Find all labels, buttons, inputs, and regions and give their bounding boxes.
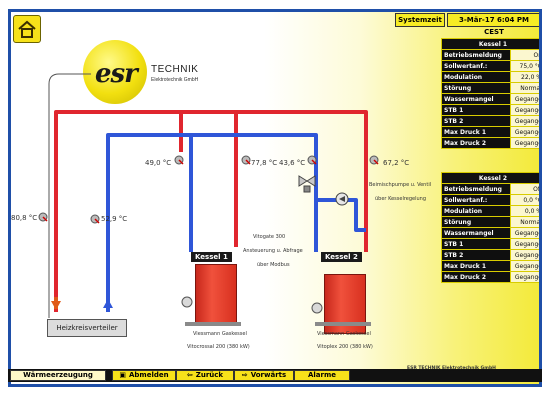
status-label: STB 1 [440,104,512,116]
status-label: Max Druck 1 [440,126,512,138]
pump-note-sub: über Kesselregelung [375,196,427,202]
pump-note: Beimischpumpe u. Ventil [369,182,432,188]
status-label: STB 1 [440,238,512,250]
status-value: 75,0 °C [510,60,539,72]
temp-mid-left: 49,0 °C [145,159,172,167]
logout-icon: ▣ [119,371,126,379]
status-value: 0,0 % [510,205,539,217]
status-value: Normal [510,216,539,228]
status-value: 0,0 °C [510,194,539,206]
bottom-nav: Wärmeerzeugung ▣ Abmelden ⇦ Zurück ⇨ Vorwär… [8,369,542,382]
heizkreisverteiler-button[interactable]: Heizkreisverteiler [47,319,127,337]
forward-button[interactable]: ⇨ Vorwärts [234,370,294,381]
vitogate-note-3: über Modbus [257,262,290,268]
kessel2-base [315,322,371,326]
kessel1-type: Vitocrossal 200 (380 kW) [187,344,250,350]
status-label: Betriebsmeldung [440,49,512,61]
kessel2-type: Vitoplex 200 (380 kW) [317,344,373,350]
kessel2-label: Kessel 2 [321,252,362,262]
arrow-left-icon: ⇦ [186,371,193,379]
logout-button[interactable]: ▣ Abmelden [112,370,176,381]
status-value: 22,0 % [510,71,539,83]
temp-mid-a: 77,8 °C [251,159,278,167]
valve-icon [298,175,316,193]
status-value: Normal [510,82,539,94]
arrow-right-icon: ⇨ [241,371,248,379]
status-value: Gegange [510,227,539,239]
thermometer-icon [369,155,379,165]
status-label: Wassermangel [440,93,512,105]
status-value: Gegange [510,271,539,283]
kessel2-name: Viessmann Gaskessel [317,331,371,337]
kessel1-status-table: Kessel 1 Betriebsmeldung On Sollwertanf.:… [440,38,539,149]
burner-icon [181,296,193,308]
status-label: Max Druck 2 [440,271,512,283]
back-button[interactable]: ⇦ Zurück [176,370,234,381]
status-value: Gegange [510,93,539,105]
status-value: Gegange [510,238,539,250]
temp-right: 67,2 °C [383,159,410,167]
kessel1-label: Kessel 1 [191,252,232,262]
kessel1-name: Viessmann Gaskessel [193,331,247,337]
return-arrow-icon [103,299,113,308]
vitogate-note-1: Vitogate 300 [253,234,286,240]
hmi-frame: Systemzeit 3-Mär-17 6:04 PM CEST esr TEC… [8,9,542,387]
status-label: Wassermangel [440,227,512,239]
kessel1-table-title: Kessel 1 [441,38,539,50]
status-label: Modulation [440,205,512,217]
thermometer-icon [38,212,48,222]
status-label: STB 2 [440,115,512,127]
status-label: Betriebsmeldung [440,183,512,195]
status-value: Gegange [510,249,539,261]
temp-left-inner: 52,9 °C [101,215,128,223]
status-value: Gegange [510,126,539,138]
alarme-button[interactable]: Alarme [294,370,350,381]
kessel2-table-title: Kessel 2 [441,172,539,184]
status-value: Gegange [510,104,539,116]
temp-mid-b: 43,6 °C [279,159,306,167]
status-value: Gegange [510,115,539,127]
status-label: Störung [440,82,512,94]
status-label: Sollwertanf.: [440,60,512,72]
thermometer-icon [241,155,251,165]
kessel1-base [185,322,241,326]
vitogate-note-2: Ansteuerung u. Abfrage [243,248,303,254]
thermometer-icon [90,214,100,224]
tab-waermeerzeugung[interactable]: Wärmeerzeugung [10,370,106,381]
thermometer-icon [174,155,184,165]
forward-label: Vorwärts [250,371,287,379]
status-label: Max Druck 1 [440,260,512,272]
status-label: STB 2 [440,249,512,261]
status-label: Max Druck 2 [440,137,512,149]
burner-icon [311,302,323,314]
kessel2-status-table: Kessel 2 Betriebsmeldung Off Sollwertanf.… [440,172,539,283]
kessel1-boiler[interactable] [195,264,237,324]
status-label: Störung [440,216,512,228]
status-value: Off [510,183,539,195]
pump-icon [335,192,349,206]
status-label: Modulation [440,71,512,83]
back-label: Zurück [195,371,224,379]
logout-label: Abmelden [129,371,169,379]
status-value: Gegange [510,137,539,149]
thermometer-icon [307,155,317,165]
status-label: Sollwertanf.: [440,194,512,206]
status-value: Gegange [510,260,539,272]
status-value: On [510,49,539,61]
temp-left-outer: 80,8 °C [11,214,38,222]
